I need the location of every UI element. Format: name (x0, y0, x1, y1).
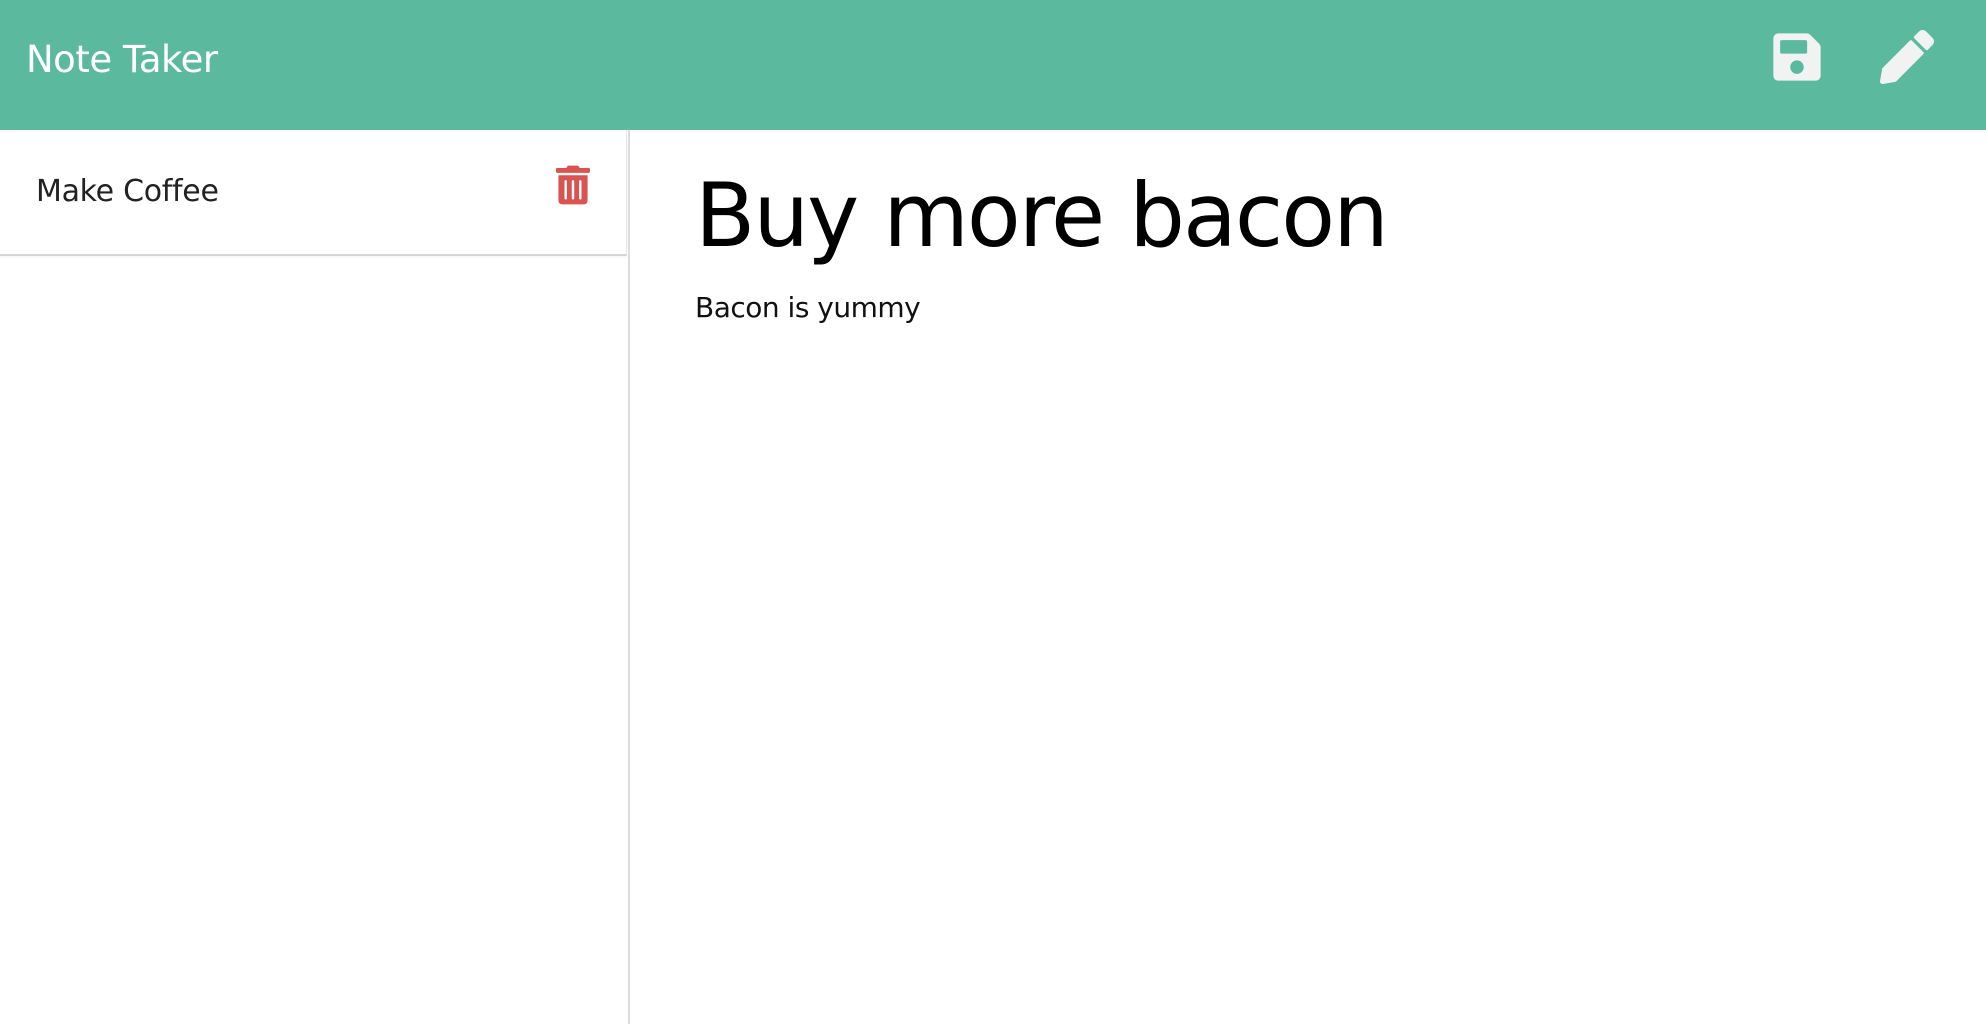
note-editor: Bacon is yummy (630, 130, 1986, 1024)
note-title-item[interactable]: Make Coffee (36, 172, 219, 212)
trash-icon[interactable] (556, 165, 590, 205)
notes-list: Make Coffee (0, 130, 630, 1024)
note-text-area[interactable]: Bacon is yummy (695, 288, 1945, 988)
navbar: Note Taker (0, 0, 1986, 130)
save-icon[interactable] (1770, 30, 1824, 84)
note-title-input[interactable] (695, 156, 1945, 276)
list-item[interactable]: Make Coffee (0, 130, 627, 256)
pencil-icon[interactable] (1880, 30, 1934, 84)
app-title[interactable]: Note Taker (26, 34, 218, 86)
